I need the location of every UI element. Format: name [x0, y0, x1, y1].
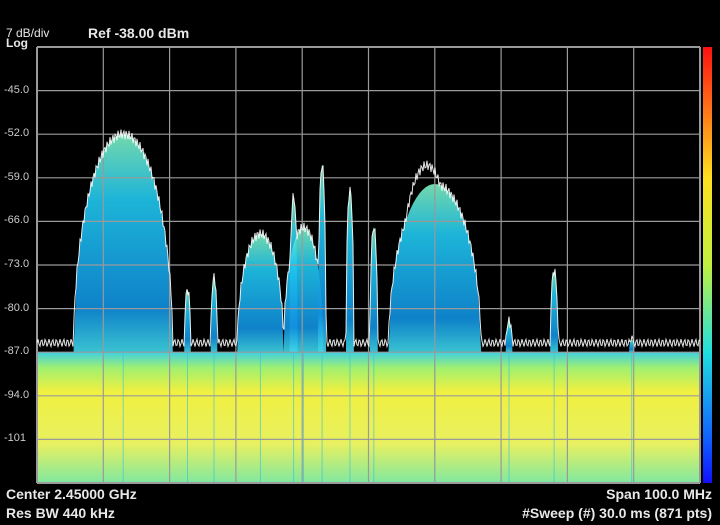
- y-tick-label: -52.0: [4, 127, 30, 140]
- resolution-bandwidth[interactable]: Res BW 440 kHz: [6, 505, 115, 521]
- y-tick-label: -94.0: [4, 388, 30, 401]
- y-tick-label: -73.0: [4, 258, 30, 270]
- frequency-span[interactable]: Span 100.0 MHz: [606, 486, 712, 502]
- spectrum-plot[interactable]: [0, 0, 720, 525]
- y-tick-label: -45.0: [4, 83, 30, 96]
- signal-narrow-2: [210, 277, 218, 353]
- y-tick-label: -59.0: [4, 170, 30, 183]
- signal-narrow-5: [346, 190, 354, 353]
- y-tick-label: -87.0: [4, 345, 30, 358]
- sweep-time[interactable]: #Sweep (#) 30.0 ms (871 pts): [522, 505, 712, 521]
- color-scale-bar: [703, 47, 712, 483]
- y-tick-label: -80.0: [4, 301, 30, 314]
- signal-wide-3: [283, 227, 324, 353]
- signal-wide-1: [73, 134, 173, 353]
- center-frequency[interactable]: Center 2.45000 GHz: [6, 486, 137, 502]
- y-tick-label: -66.0: [4, 214, 30, 227]
- signal-wide-2: [237, 233, 284, 353]
- y-tick-label: -101: [4, 432, 27, 445]
